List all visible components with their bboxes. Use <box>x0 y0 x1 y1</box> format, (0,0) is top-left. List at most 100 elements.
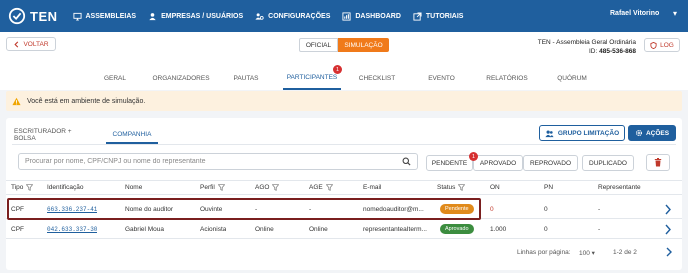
chevron-down-icon[interactable]: ▾ <box>673 9 677 18</box>
mode-simulation-button[interactable]: SIMULAÇÃO <box>338 38 389 52</box>
th-label: Tipo <box>11 184 24 191</box>
cell-identificacao-link[interactable]: 042.633.337-30 <box>47 220 97 238</box>
back-label: VOLTAR <box>23 40 49 48</box>
arrow-left-icon <box>14 40 19 48</box>
th-tipo[interactable]: Tipo <box>11 181 34 194</box>
group-limit-button[interactable]: GRUPO LIMITAÇÃO <box>539 125 625 141</box>
mode-official-button[interactable]: OFICIAL <box>299 38 338 52</box>
event-info: TEN - Assembleia Geral Ordinária ID: 485… <box>538 38 636 56</box>
tab-geral[interactable]: GERAL <box>100 66 130 90</box>
cell-perfil: Acionista <box>200 225 227 233</box>
tab-evento[interactable]: EVENTO <box>424 66 459 90</box>
search-input[interactable] <box>19 158 402 165</box>
th-label: Status <box>437 184 456 191</box>
user-name[interactable]: Rafael Vitorino <box>610 10 659 17</box>
cell-ago: Online <box>255 225 274 233</box>
nav-empresas-usuarios[interactable]: EMPRESAS / USUÁRIOS <box>148 12 243 21</box>
event-title: TEN - Assembleia Geral Ordinária <box>537 39 636 46</box>
th-identificacao: Identificação <box>47 184 84 191</box>
gear-icon <box>635 129 642 137</box>
filter-reprovado-button[interactable]: REPROVADO <box>523 155 578 171</box>
chevron-right-icon[interactable] <box>664 204 672 215</box>
pager-range: 1-2 de 2 <box>613 249 637 256</box>
cell-tipo: CPF <box>11 225 24 233</box>
tab-pautas[interactable]: PAUTAS <box>230 66 262 90</box>
th-perfil[interactable]: Perfil <box>200 181 225 194</box>
subtabs-divider <box>12 144 676 145</box>
search-icon[interactable] <box>402 157 411 166</box>
alert-text: Você está em ambiente de simulação. <box>27 97 146 105</box>
event-header: VOLTAR OFICIAL SIMULAÇÃO TEN - Assemblei… <box>0 32 688 90</box>
trash-icon <box>654 158 662 167</box>
users-icon <box>545 130 554 137</box>
cell-nome: Gabriel Moua <box>125 225 165 233</box>
subtab-companhia[interactable]: COMPANHIA <box>106 126 158 144</box>
logo-text: TEN <box>30 8 58 24</box>
tab-quorum[interactable]: QUÓRUM <box>555 66 589 90</box>
nav-dashboard[interactable]: DASHBOARD <box>342 11 401 21</box>
rows-per-page-value: 100 <box>579 249 590 257</box>
nav-label: EMPRESAS / USUÁRIOS <box>161 12 244 20</box>
cell-representante: - <box>598 225 601 233</box>
filter-duplicado-button[interactable]: DUPLICADO <box>582 155 634 171</box>
chevron-right-icon[interactable] <box>664 224 672 235</box>
cell-status: Aprovado <box>440 220 474 238</box>
nav-label: CONFIGURAÇÕES <box>268 12 331 20</box>
top-navbar: TEN ASSEMBLEIAS EMPRESAS / USUÁRIOS CONF… <box>0 0 688 32</box>
nav-label: ASSEMBLEIAS <box>85 12 137 20</box>
warning-icon <box>12 97 21 105</box>
tab-relatorios[interactable]: RELATÓRIOS <box>484 66 530 90</box>
th-age[interactable]: AGE <box>309 181 333 194</box>
status-badge: Aprovado <box>440 224 474 234</box>
external-link-icon <box>413 11 422 21</box>
users-gear-icon <box>255 12 264 20</box>
chevron-right-icon[interactable] <box>665 247 673 257</box>
log-button[interactable]: LOG <box>644 38 680 52</box>
filter-icon[interactable] <box>458 184 466 191</box>
cell-on: 1.000 <box>490 225 507 233</box>
event-id-label: ID: <box>589 48 598 55</box>
filter-aprovado-badge: 1 <box>469 152 478 161</box>
app-logo[interactable]: TEN <box>8 7 58 25</box>
subtab-escriturador-bolsa[interactable]: ESCRITURADOR + BOLSA <box>14 126 94 144</box>
nav-tutoriais[interactable]: TUTORIAIS <box>413 11 464 21</box>
filter-pendente-button[interactable]: PENDENTE <box>426 155 473 171</box>
nav-configuracoes[interactable]: CONFIGURAÇÕES <box>255 12 330 21</box>
tab-organizadores[interactable]: ORGANIZADORES <box>150 66 212 90</box>
filter-icon[interactable] <box>217 184 225 191</box>
cell-age: Online <box>309 225 328 233</box>
nav-assembleias[interactable]: ASSEMBLEIAS <box>72 12 137 21</box>
cell-pn: 0 <box>544 225 548 233</box>
th-label: AGO <box>255 184 270 191</box>
main-nav: ASSEMBLEIAS EMPRESAS / USUÁRIOS CONFIGUR… <box>72 11 476 21</box>
th-email: E-mail <box>363 184 382 191</box>
chevron-down-icon: ▾ <box>591 250 595 257</box>
actions-button[interactable]: AÇÕES <box>628 125 676 141</box>
event-id: 485-536-868 <box>599 48 636 55</box>
th-ago[interactable]: AGO <box>255 181 280 194</box>
mode-toggle: OFICIAL SIMULAÇÃO <box>299 38 389 52</box>
tab-checklist[interactable]: CHECKLIST <box>357 66 397 90</box>
th-nome: Nome <box>125 184 143 191</box>
filter-icon[interactable] <box>272 184 280 191</box>
shield-icon <box>650 41 657 49</box>
filter-icon[interactable] <box>325 184 333 191</box>
filter-aprovado-button[interactable]: APROVADO <box>473 155 523 171</box>
filter-icon[interactable] <box>26 184 34 191</box>
rows-per-page-select[interactable]: 100 ▾ <box>579 249 595 258</box>
dashboard-icon <box>342 11 351 21</box>
rows-per-page-label: Linhas por página: <box>517 249 571 256</box>
tab-participantes-badge: 1 <box>333 65 342 74</box>
nav-label: TUTORIAIS <box>425 12 464 20</box>
group-limit-label: GRUPO LIMITAÇÃO <box>557 129 620 137</box>
log-label: LOG <box>660 41 674 49</box>
table-row[interactable]: CPF 042.633.337-30 Gabriel Moua Acionist… <box>6 220 682 239</box>
row-highlight-box <box>7 198 481 220</box>
actions-label: AÇÕES <box>645 129 670 137</box>
delete-button[interactable] <box>646 154 670 171</box>
event-tabs: GERAL ORGANIZADORES PAUTAS PARTICIPANTES… <box>0 65 688 90</box>
cell-on: 0 <box>490 205 494 213</box>
nav-label: DASHBOARD <box>355 12 401 20</box>
th-status[interactable]: Status <box>437 181 466 194</box>
back-button[interactable]: VOLTAR <box>6 37 56 51</box>
